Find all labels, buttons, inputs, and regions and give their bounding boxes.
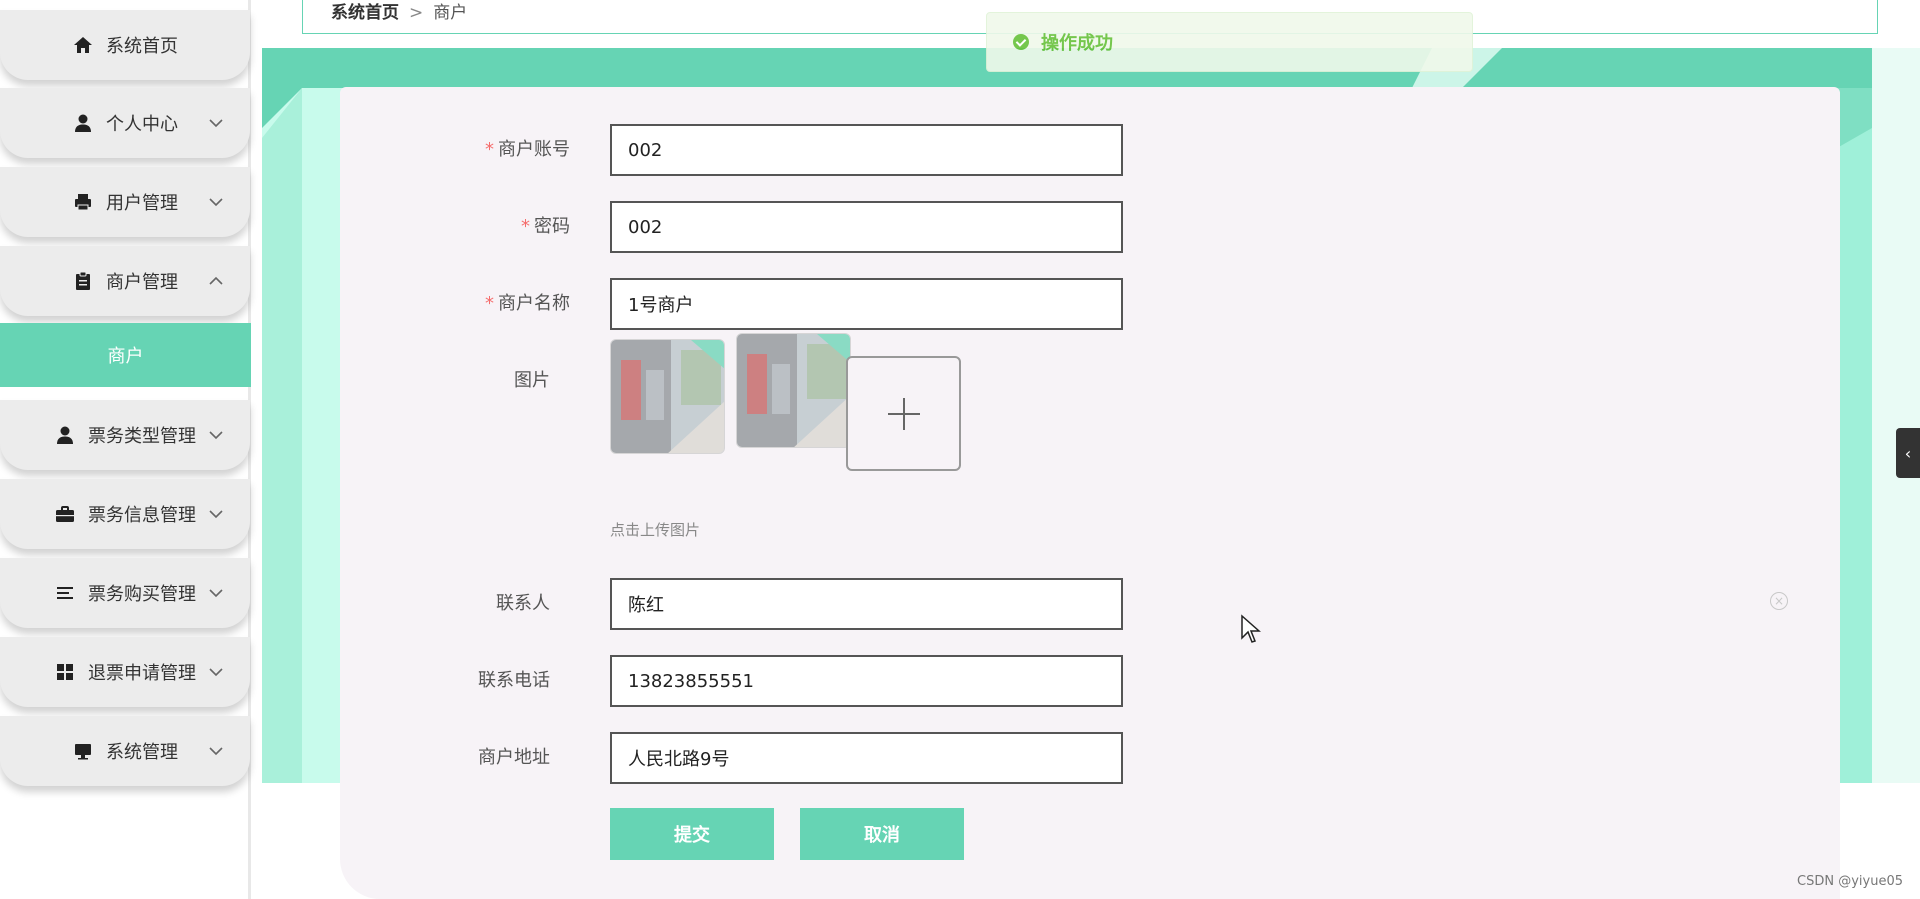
form-row-name: * 商户名称 xyxy=(340,278,1140,330)
account-input[interactable] xyxy=(610,124,1123,176)
chevron-down-icon xyxy=(209,747,223,756)
upload-hint: 点击上传图片 xyxy=(610,521,701,539)
address-label: 商户地址 xyxy=(478,747,550,768)
name-label: 商户名称 xyxy=(498,293,570,314)
sidebar-item-label: 用户管理 xyxy=(106,193,178,214)
sidebar-item-merchant-management[interactable]: 商户管理 xyxy=(0,246,250,316)
form-row-address: 商户地址 xyxy=(340,732,1140,784)
sidebar-item-refund-management[interactable]: 退票申请管理 xyxy=(0,637,250,707)
merchant-name-input[interactable] xyxy=(610,278,1123,330)
cancel-button[interactable]: 取消 xyxy=(800,808,964,860)
password-label: 密码 xyxy=(534,216,570,237)
chevron-down-icon xyxy=(209,119,223,128)
monitor-icon xyxy=(72,740,94,762)
sidebar-item-personal-center[interactable]: 个人中心 xyxy=(0,88,250,158)
images-label: 图片 xyxy=(514,370,550,391)
chevron-left-icon: ‹ xyxy=(1904,443,1912,463)
image-thumbnail[interactable] xyxy=(736,333,851,448)
sidebar-item-label: 票务类型管理 xyxy=(88,426,196,447)
upload-image-button[interactable] xyxy=(846,356,961,471)
collapse-panel-button[interactable]: ‹ xyxy=(1896,428,1920,478)
home-icon xyxy=(72,34,94,56)
watermark: CSDN @yiyue05 xyxy=(1797,874,1903,889)
close-circle-icon[interactable]: × xyxy=(1770,592,1788,610)
form-row-password: * 密码 xyxy=(340,201,1140,253)
user-icon xyxy=(54,424,76,446)
breadcrumb-current: 商户 xyxy=(433,3,468,23)
form-row-contact: 联系人 xyxy=(340,578,1140,630)
password-input[interactable] xyxy=(610,201,1123,253)
briefcase-icon xyxy=(54,503,76,525)
required-asterisk: * xyxy=(485,139,494,160)
sidebar-item-ticket-type-management[interactable]: 票务类型管理 xyxy=(0,400,250,470)
sidebar-subitem-label: 商户 xyxy=(107,346,144,367)
sidebar-item-label: 退票申请管理 xyxy=(88,663,196,684)
clipboard-icon xyxy=(72,270,94,292)
submit-button[interactable]: 提交 xyxy=(610,808,774,860)
sidebar-item-label: 系统管理 xyxy=(106,742,178,763)
sidebar-item-ticket-info-management[interactable]: 票务信息管理 xyxy=(0,479,250,549)
form-row-account: * 商户账号 xyxy=(340,124,1140,176)
sidebar-item-label: 系统首页 xyxy=(106,36,178,57)
phone-input[interactable] xyxy=(610,655,1123,707)
list-icon xyxy=(54,582,76,604)
main-content: 系统首页 > 商户 *商户账号 *密码 *商户名称 图片 xyxy=(262,0,1920,899)
toast-message: 操作成功 xyxy=(1041,33,1113,54)
chevron-up-icon xyxy=(209,276,223,285)
required-asterisk: * xyxy=(521,216,530,237)
address-input[interactable] xyxy=(610,732,1123,784)
sidebar-item-home[interactable]: 系统首页 xyxy=(0,10,250,80)
check-circle-icon xyxy=(1013,34,1029,50)
plus-icon xyxy=(887,397,920,430)
merchant-form: *商户账号 *密码 *商户名称 图片 xyxy=(340,87,1840,899)
account-label: 商户账号 xyxy=(498,139,570,160)
chevron-down-icon xyxy=(209,668,223,677)
form-row-phone: 联系电话 xyxy=(340,655,1140,707)
sidebar: 系统首页 个人中心 用户管理 商户管理 商户 票务类型管理 票务信息管理 票务购… xyxy=(0,0,251,899)
sidebar-item-system-management[interactable]: 系统管理 xyxy=(0,716,250,786)
chevron-down-icon xyxy=(209,510,223,519)
chevron-down-icon xyxy=(209,198,223,207)
image-thumbnail[interactable] xyxy=(610,339,725,454)
grid-icon xyxy=(54,661,76,683)
success-toast: 操作成功 xyxy=(986,12,1473,72)
mouse-cursor-icon xyxy=(1241,614,1261,643)
sidebar-item-label: 票务购买管理 xyxy=(88,584,196,605)
user-icon xyxy=(72,112,94,134)
sidebar-subitem-merchant[interactable]: 商户 xyxy=(0,323,251,387)
sidebar-item-ticket-purchase-management[interactable]: 票务购买管理 xyxy=(0,558,250,628)
breadcrumb-separator: > xyxy=(409,3,424,23)
contact-label: 联系人 xyxy=(496,593,550,614)
phone-label: 联系电话 xyxy=(478,670,550,691)
contact-input[interactable] xyxy=(610,578,1123,630)
sidebar-item-label: 票务信息管理 xyxy=(88,505,196,526)
sidebar-item-label: 个人中心 xyxy=(106,114,178,135)
breadcrumb-home[interactable]: 系统首页 xyxy=(331,5,399,22)
chevron-down-icon xyxy=(209,589,223,598)
required-asterisk: * xyxy=(485,293,494,314)
chevron-down-icon xyxy=(209,431,223,440)
sidebar-item-user-management[interactable]: 用户管理 xyxy=(0,167,250,237)
sidebar-item-label: 商户管理 xyxy=(106,272,178,293)
printer-icon xyxy=(72,191,94,213)
